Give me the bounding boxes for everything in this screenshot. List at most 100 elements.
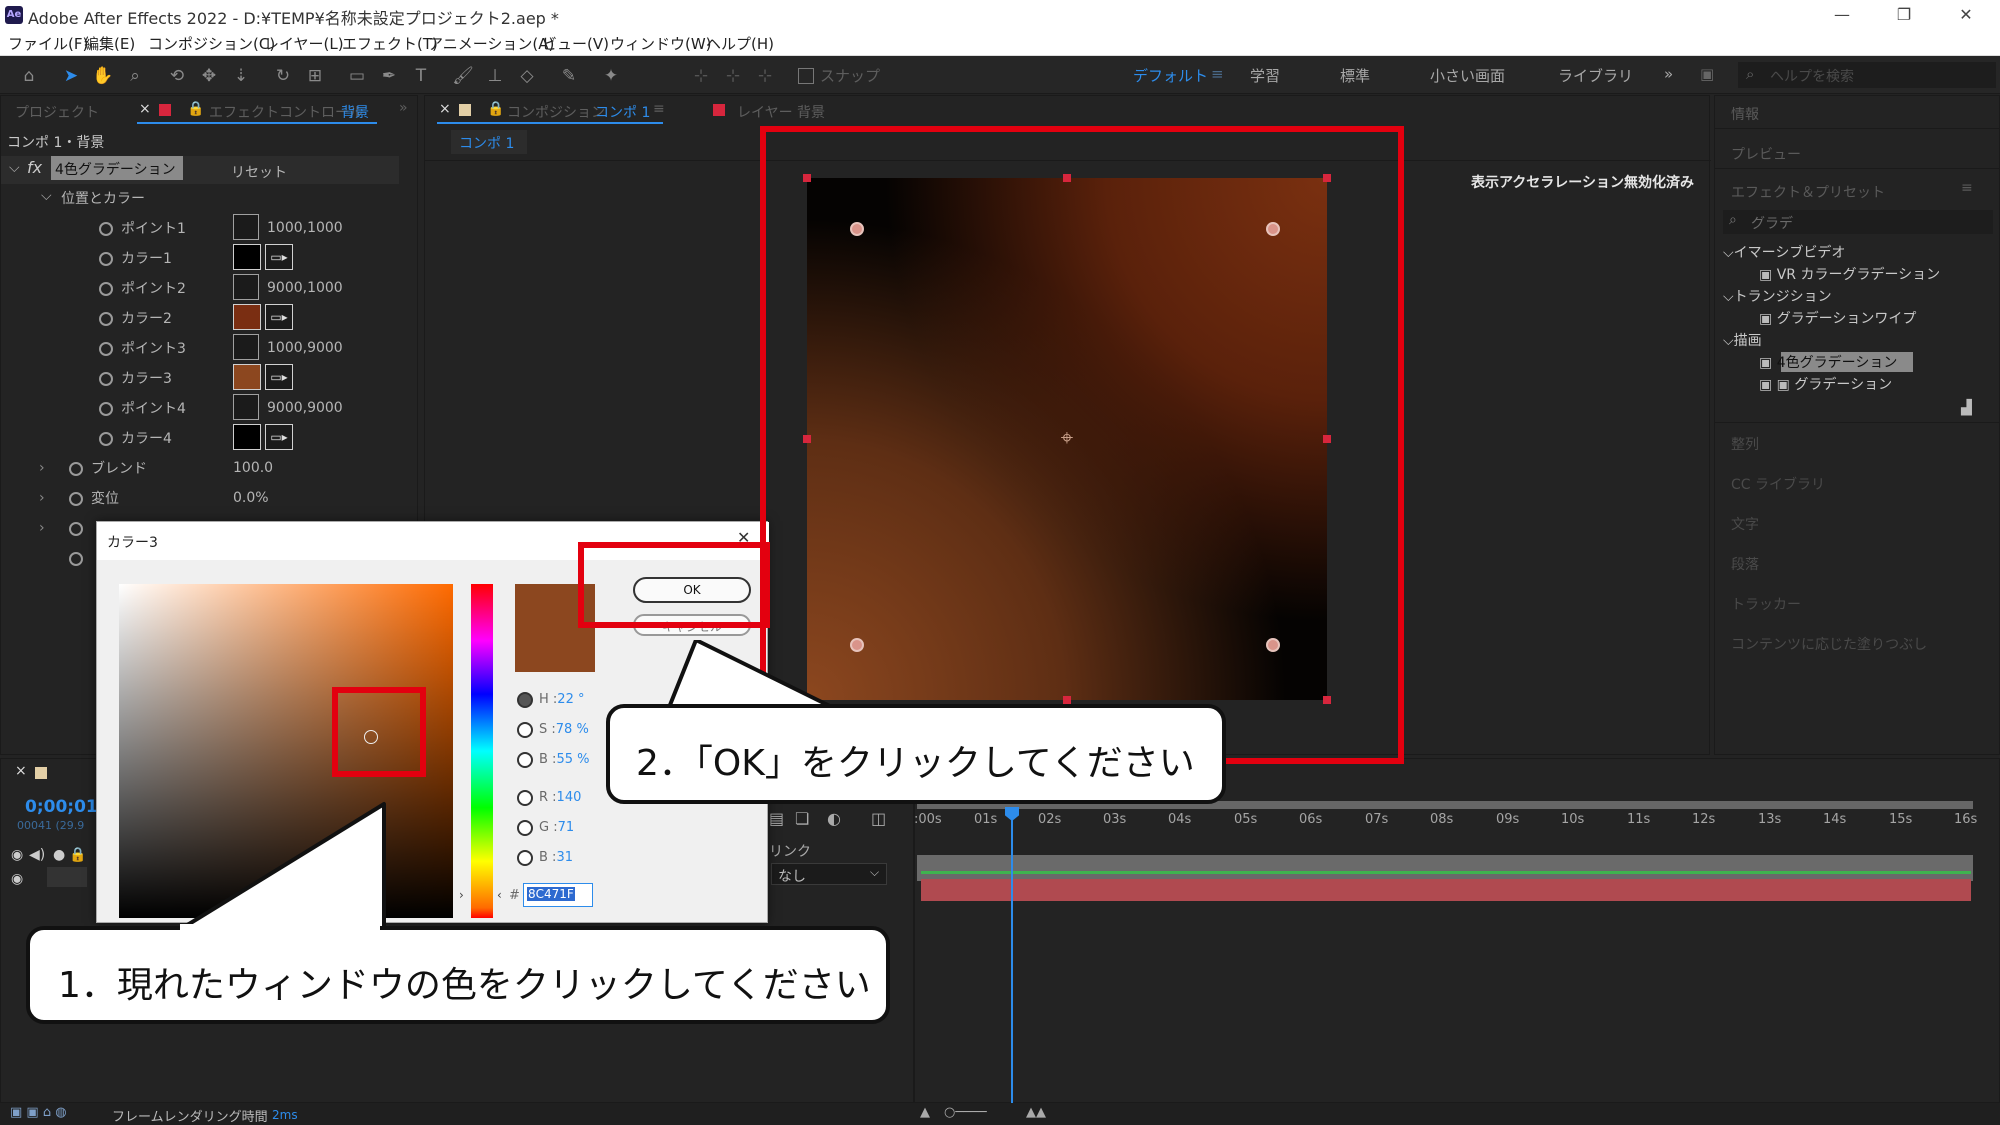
stopwatch-icon[interactable] bbox=[99, 222, 113, 236]
category-transition[interactable]: ⌵トランジション bbox=[1723, 286, 1832, 306]
layer-switches[interactable] bbox=[47, 867, 87, 887]
effect-name-chip[interactable]: 4色グラデーション bbox=[51, 156, 183, 180]
stopwatch-icon[interactable] bbox=[69, 492, 83, 506]
menu-layer[interactable]: レイヤー(L) bbox=[264, 33, 344, 54]
layer-visibility-icon[interactable]: ◉ bbox=[11, 871, 23, 887]
prop-value-point3[interactable]: 1000,9000 bbox=[267, 340, 343, 356]
crosshair-icon[interactable] bbox=[233, 214, 259, 240]
current-time-indicator[interactable] bbox=[1011, 809, 1013, 1104]
stopwatch-icon[interactable] bbox=[99, 312, 113, 326]
stopwatch-icon[interactable] bbox=[69, 462, 83, 476]
tab-project[interactable]: プロジェクト bbox=[15, 102, 99, 122]
restore-button[interactable]: ❐ bbox=[1884, 3, 1924, 27]
menu-help[interactable]: ヘルプ(H) bbox=[706, 33, 774, 54]
orbit-tool-icon[interactable]: ⟲ bbox=[166, 65, 188, 87]
jitter-value[interactable]: 0.0% bbox=[233, 490, 269, 506]
prop-value-point2[interactable]: 9000,1000 bbox=[267, 280, 343, 296]
playhead-icon[interactable] bbox=[1005, 807, 1019, 821]
tracker-panel-label[interactable]: トラッカー bbox=[1731, 594, 1801, 614]
comp-tab-menu-icon[interactable]: ≡ bbox=[653, 101, 665, 117]
eyedropper-icon[interactable]: ▭▸ bbox=[265, 424, 293, 450]
visibility-icon[interactable]: ◉ bbox=[11, 847, 23, 863]
workspace-libraries[interactable]: ライブラリ bbox=[1558, 65, 1633, 86]
local-axis-icon[interactable]: ⊹ bbox=[690, 65, 712, 87]
crosshair-icon[interactable] bbox=[233, 334, 259, 360]
menu-animation[interactable]: アニメーション(A) bbox=[428, 33, 554, 54]
panel-overflow-icon[interactable]: » bbox=[399, 100, 408, 116]
effects-presets-label[interactable]: エフェクト＆プリセット bbox=[1731, 182, 1885, 202]
h-radio[interactable] bbox=[517, 692, 533, 708]
hue-slider-left-arrow[interactable]: › bbox=[459, 888, 464, 902]
menu-edit[interactable]: 編集(E) bbox=[84, 33, 135, 54]
hue-slider-right-arrow[interactable]: ‹ bbox=[497, 888, 502, 902]
comp-tab-close-icon[interactable]: × bbox=[439, 101, 451, 117]
category-immersive[interactable]: ⌵イマーシブビデオ bbox=[1723, 242, 1845, 262]
workspace-panel-icon[interactable]: ▣ bbox=[1700, 65, 1714, 83]
workspace-overflow-icon[interactable]: » bbox=[1664, 65, 1673, 83]
content-aware-fill-label[interactable]: コンテンツに応じた塗りつぶし bbox=[1731, 634, 1927, 654]
jitter-expand-icon[interactable]: › bbox=[39, 490, 45, 506]
lock-icon[interactable]: 🔒 bbox=[187, 101, 204, 117]
pan-tool-icon[interactable]: ✥ bbox=[198, 65, 220, 87]
menu-effect[interactable]: エフェクト(T) bbox=[342, 33, 438, 54]
menu-composition[interactable]: コンポジション(C) bbox=[148, 33, 275, 54]
hex-input[interactable]: 8C471F bbox=[523, 883, 593, 907]
layer-tab-label[interactable]: レイヤー 背景 bbox=[737, 102, 825, 122]
blue-radio[interactable] bbox=[517, 850, 533, 866]
workspace-small-screen[interactable]: 小さい画面 bbox=[1430, 65, 1505, 86]
graph-editor-icon[interactable]: ◫ bbox=[871, 809, 886, 828]
effect-item-gradient[interactable]: ▣ ▣ グラデーション bbox=[1759, 374, 1892, 394]
effect-expand-icon[interactable]: ⌵ bbox=[9, 160, 20, 176]
cc-libraries-label[interactable]: CC ライブラリ bbox=[1731, 474, 1825, 494]
eyedropper-icon[interactable]: ▭▸ bbox=[265, 304, 293, 330]
snap-checkbox[interactable] bbox=[798, 68, 814, 84]
reset-link[interactable]: リセット bbox=[231, 162, 287, 182]
crosshair-icon[interactable] bbox=[233, 274, 259, 300]
home-icon[interactable]: ⌂ bbox=[18, 65, 40, 87]
workspace-standard[interactable]: 標準 bbox=[1340, 65, 1370, 86]
b-radio[interactable] bbox=[517, 752, 533, 768]
layer-bar[interactable] bbox=[921, 879, 1971, 901]
hand-tool-icon[interactable]: ✋ bbox=[92, 65, 114, 87]
roto-brush-tool-icon[interactable]: ✎ bbox=[558, 65, 580, 87]
comp-tab-label[interactable]: コンポジション bbox=[507, 102, 605, 122]
color1-swatch[interactable] bbox=[233, 244, 261, 270]
effect-item-gradient-wipe[interactable]: ▣ グラデーションワイプ bbox=[1759, 308, 1916, 328]
panel-menu-icon[interactable]: ≡ bbox=[1961, 180, 1973, 196]
menu-view[interactable]: ビュー(V) bbox=[542, 33, 609, 54]
tab-effect-controls[interactable]: エフェクトコントロール bbox=[209, 102, 363, 122]
view-axis-icon[interactable]: ⊹ bbox=[754, 65, 776, 87]
status-icons[interactable]: ▣ ▣ ⌂ ◍ bbox=[10, 1105, 67, 1120]
r-radio[interactable] bbox=[517, 790, 533, 806]
world-axis-icon[interactable]: ⊹ bbox=[722, 65, 744, 87]
r-field[interactable]: R :140 bbox=[539, 790, 581, 805]
preview-panel-label[interactable]: プレビュー bbox=[1731, 144, 1801, 164]
stopwatch-icon[interactable] bbox=[99, 402, 113, 416]
hue-slider[interactable] bbox=[471, 584, 493, 918]
close-button[interactable]: ✕ bbox=[1946, 3, 1986, 27]
selection-tool-icon[interactable]: ➤ bbox=[60, 65, 82, 87]
stopwatch-icon[interactable] bbox=[69, 522, 83, 536]
effect-item-4color-gradient[interactable]: ▣ 4色グラデーション bbox=[1759, 352, 1897, 372]
stopwatch-icon[interactable] bbox=[99, 432, 113, 446]
eraser-tool-icon[interactable]: ◇ bbox=[516, 65, 538, 87]
fx-icon[interactable]: fx bbox=[27, 158, 42, 177]
info-panel-label[interactable]: 情報 bbox=[1731, 104, 1759, 124]
audio-icon[interactable]: ◀) bbox=[29, 847, 45, 863]
blend-expand-icon[interactable]: › bbox=[39, 460, 45, 476]
color4-swatch[interactable] bbox=[233, 424, 261, 450]
group-expand-icon[interactable]: ⌵ bbox=[41, 188, 52, 204]
new-folder-icon[interactable]: ▟ bbox=[1961, 400, 1972, 416]
type-tool-icon[interactable]: T bbox=[410, 65, 432, 87]
align-panel-label[interactable]: 整列 bbox=[1731, 434, 1759, 454]
s-field[interactable]: S :78 % bbox=[539, 722, 589, 737]
zoom-out-icon[interactable]: ▲ bbox=[920, 1105, 930, 1120]
color2-swatch[interactable] bbox=[233, 304, 261, 330]
workspace-default[interactable]: デフォルト bbox=[1133, 65, 1208, 86]
g-field[interactable]: G :71 bbox=[539, 820, 574, 835]
pen-tool-icon[interactable]: ✒ bbox=[378, 65, 400, 87]
timecode[interactable]: 0;00;01 bbox=[25, 797, 98, 817]
lock-icon[interactable]: 🔒 bbox=[487, 101, 504, 117]
blue-field[interactable]: B :31 bbox=[539, 850, 573, 865]
motion-blur-icon[interactable]: ◐ bbox=[827, 809, 841, 828]
